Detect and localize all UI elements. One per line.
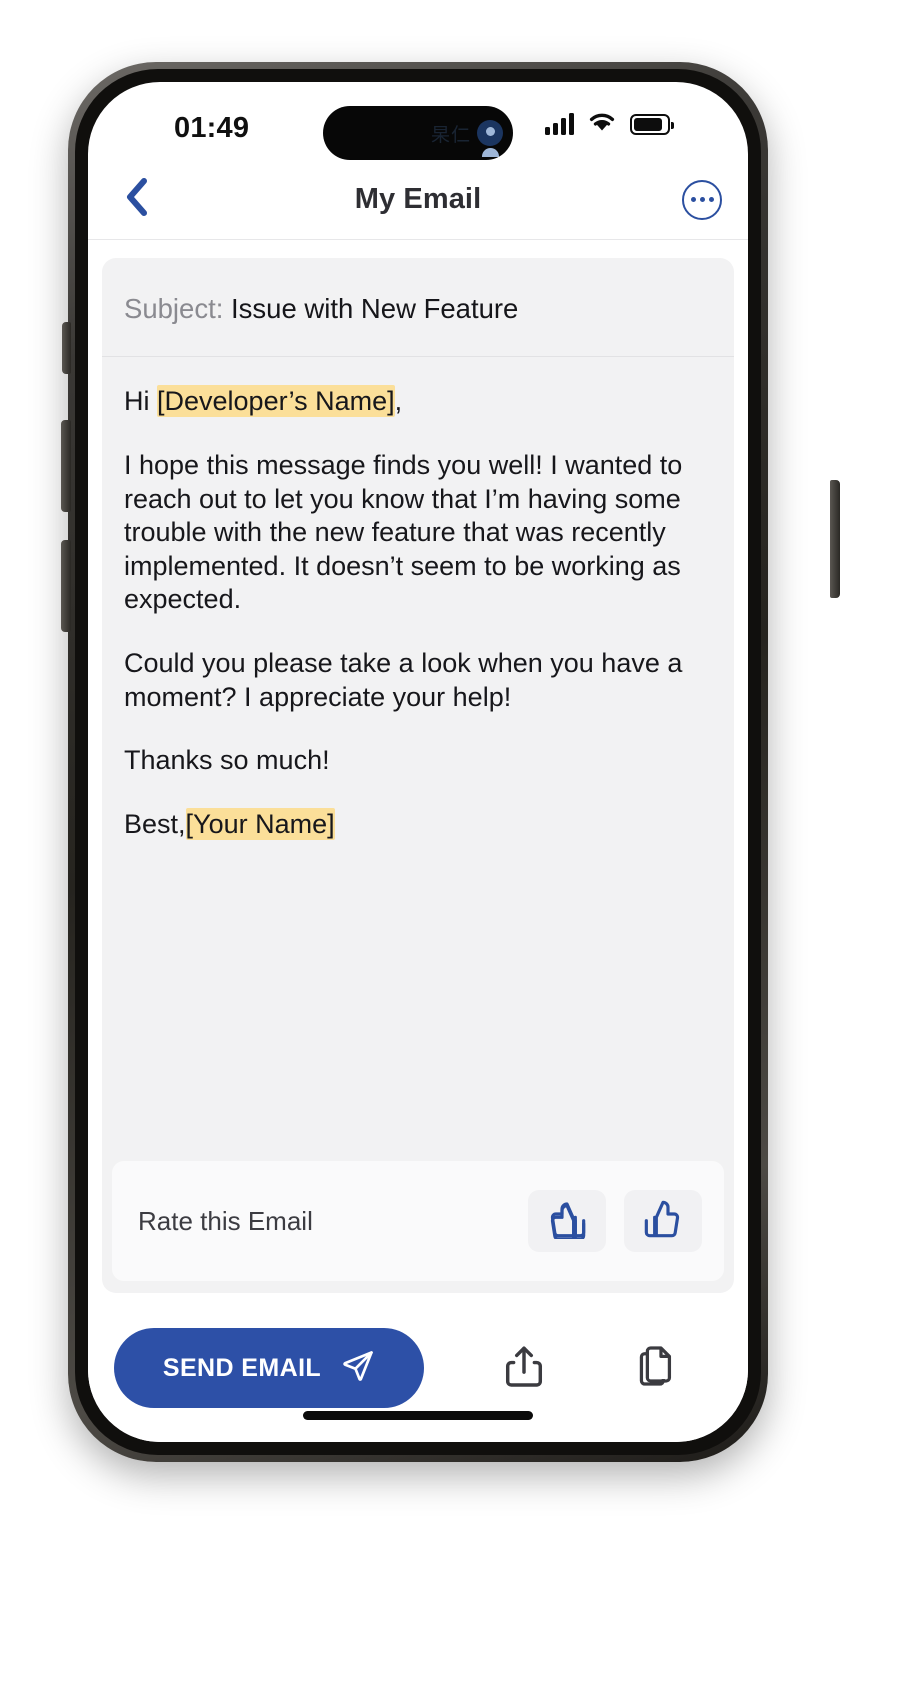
share-button[interactable] <box>492 1336 556 1400</box>
wifi-icon <box>587 110 617 138</box>
battery-icon <box>630 113 674 135</box>
greeting-prefix: Hi <box>124 386 157 417</box>
email-card: Subject: Issue with New Feature Hi [Deve… <box>102 258 734 1293</box>
email-paragraph-3: Thanks so much! <box>124 745 330 776</box>
back-button[interactable] <box>114 177 160 223</box>
cellular-bars-icon <box>545 113 574 135</box>
email-paragraph-2: Could you please take a look when you ha… <box>124 648 683 712</box>
subject-label: Subject: <box>124 293 224 324</box>
more-options-button[interactable] <box>682 179 722 220</box>
rating-label: Rate this Email <box>138 1205 313 1236</box>
rating-card: Rate this Email <box>112 1161 724 1281</box>
send-email-label: SEND EMAIL <box>162 1353 322 1382</box>
volume-up-button[interactable] <box>61 420 71 512</box>
navigation-bar: My Email <box>88 160 748 240</box>
thumbs-up-icon <box>643 1199 683 1244</box>
subject-value: Issue with New Feature <box>223 293 519 324</box>
signoff-prefix: Best, <box>124 808 186 839</box>
share-upload-icon <box>501 1343 547 1394</box>
status-bar: 01:49 杲仁 <box>88 82 748 160</box>
greeting-placeholder-highlight[interactable]: [Developer’s Name] <box>157 385 395 418</box>
send-email-button[interactable]: SEND EMAIL <box>114 1328 424 1408</box>
copy-documents-icon <box>633 1343 679 1394</box>
status-time: 01:49 <box>174 112 250 144</box>
email-body[interactable]: Hi [Developer’s Name], I hope this messa… <box>102 357 734 1161</box>
dynamic-island-label: 杲仁 <box>430 124 471 146</box>
phone-screen: 01:49 杲仁 My Email Subject: Issue with Ne… <box>88 82 748 1442</box>
person-circle-icon <box>477 120 503 157</box>
email-greeting: Hi [Developer’s Name], <box>124 385 712 419</box>
thumbs-down-icon <box>547 1199 587 1244</box>
greeting-suffix: , <box>394 386 403 417</box>
page-title: My Email <box>354 183 482 215</box>
power-button[interactable] <box>830 480 840 598</box>
thumbs-down-button[interactable] <box>528 1190 606 1252</box>
signoff-placeholder-highlight[interactable]: [Your Name] <box>185 807 335 840</box>
home-indicator[interactable] <box>303 1411 533 1420</box>
volume-down-button[interactable] <box>61 540 71 632</box>
screenshot-stage: 01:49 杲仁 My Email Subject: Issue with Ne… <box>0 0 900 1701</box>
email-subject-row[interactable]: Subject: Issue with New Feature <box>102 258 734 358</box>
mute-switch[interactable] <box>62 322 71 374</box>
dynamic-island[interactable]: 杲仁 <box>323 106 513 160</box>
thumbs-up-button[interactable] <box>624 1190 702 1252</box>
email-paragraph-1: I hope this message finds you well! I wa… <box>124 449 683 615</box>
copy-button[interactable] <box>624 1336 688 1400</box>
secondary-actions <box>434 1336 722 1400</box>
chevron-left-icon <box>124 177 150 222</box>
paper-plane-icon <box>341 1349 375 1388</box>
email-signoff: Best,[Your Name] <box>124 807 712 842</box>
status-indicators <box>545 110 674 138</box>
rating-buttons <box>528 1190 702 1252</box>
